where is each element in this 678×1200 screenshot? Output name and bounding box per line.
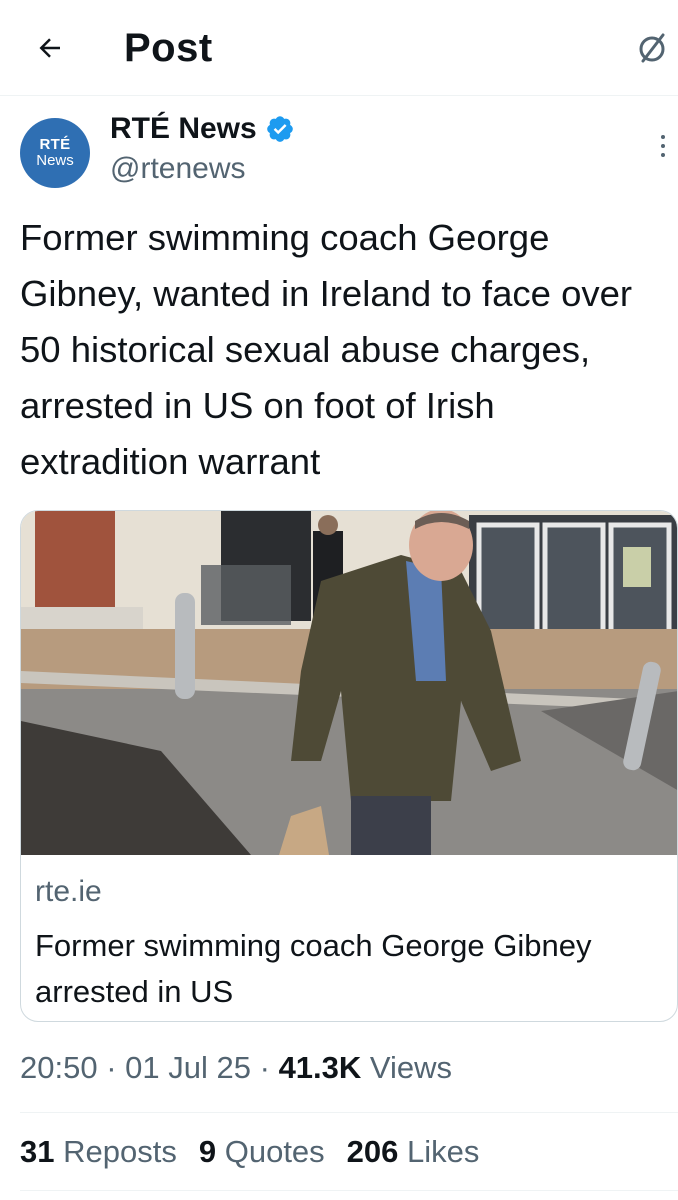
- quotes-count: 9: [198, 1134, 217, 1169]
- grok-button[interactable]: [632, 28, 672, 68]
- card-domain: rte.ie: [35, 875, 102, 908]
- avatar[interactable]: RTÉ News: [20, 118, 90, 188]
- avatar-logo-line1: RTÉ: [39, 136, 71, 154]
- link-card[interactable]: rte.ie Former swimming coach George Gibn…: [20, 510, 678, 1022]
- more-options-button[interactable]: [648, 126, 678, 166]
- divider: [20, 1190, 678, 1191]
- author-handle[interactable]: @rtenews: [110, 152, 246, 186]
- author-name-row[interactable]: RTÉ News: [110, 112, 295, 146]
- back-button[interactable]: [28, 26, 72, 70]
- divider: [20, 1112, 678, 1113]
- reposts-count: 31: [20, 1134, 55, 1169]
- reposts-label: Reposts: [63, 1134, 177, 1169]
- engagement-stats: 31 Reposts 9 Quotes 206 Likes: [20, 1134, 479, 1170]
- author-name: RTÉ News: [110, 112, 257, 145]
- top-bar: Post: [0, 0, 678, 96]
- meta-separator: ·: [106, 1050, 117, 1085]
- grok-icon: [639, 33, 665, 63]
- tweet-text: Former swimming coach George Gibney, wan…: [20, 217, 633, 482]
- post-date[interactable]: 01 Jul 25: [125, 1050, 251, 1085]
- avatar-logo-line2: News: [36, 152, 74, 169]
- card-title: Former swimming coach George Gibney arre…: [35, 928, 592, 1009]
- likes-label: Likes: [407, 1134, 480, 1169]
- more-dot-icon: [661, 135, 665, 139]
- meta-separator: ·: [259, 1050, 270, 1085]
- likes-stat[interactable]: 206 Likes: [347, 1134, 480, 1170]
- views-count: 41.3K: [278, 1050, 362, 1085]
- more-dot-icon: [661, 153, 665, 157]
- post-meta: 20:50 · 01 Jul 25 · 41.3K Views: [20, 1050, 452, 1086]
- post-time[interactable]: 20:50: [20, 1050, 98, 1085]
- more-dot-icon: [661, 144, 665, 148]
- arrow-left-icon: [39, 38, 60, 58]
- page-title: Post: [124, 26, 213, 70]
- card-image: [21, 511, 677, 855]
- views-label: Views: [369, 1050, 453, 1085]
- verified-badge-icon: [265, 114, 295, 144]
- quotes-stat[interactable]: 9 Quotes: [199, 1134, 325, 1170]
- likes-count: 206: [346, 1134, 399, 1169]
- quotes-label: Quotes: [224, 1134, 325, 1169]
- reposts-stat[interactable]: 31 Reposts: [20, 1134, 177, 1170]
